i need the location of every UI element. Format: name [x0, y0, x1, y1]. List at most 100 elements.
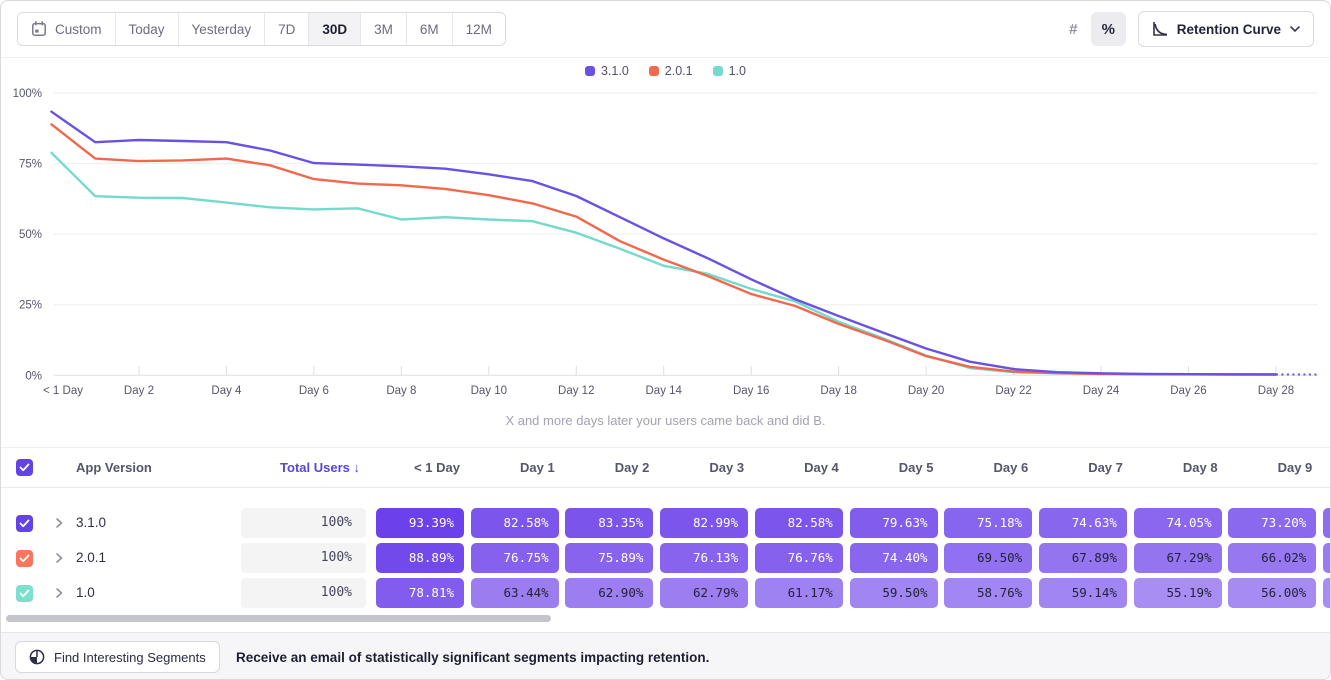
column-header-day[interactable]: Day 6 — [944, 448, 1032, 488]
chevron-right-icon — [53, 550, 65, 566]
retention-cell[interactable]: 59.50% — [850, 578, 938, 608]
check-icon — [19, 519, 30, 528]
date-range-7d[interactable]: 7D — [264, 13, 308, 45]
date-range-yesterday[interactable]: Yesterday — [178, 13, 265, 45]
calendar-icon — [31, 21, 47, 37]
row-expand-chevron[interactable] — [53, 550, 65, 571]
legend-label: 3.1.0 — [601, 64, 629, 78]
column-header-day[interactable]: Day 7 — [1039, 448, 1127, 488]
chevron-right-icon — [53, 515, 65, 531]
retention-cell[interactable]: 74.40% — [850, 543, 938, 573]
column-header-day[interactable]: < 1 Day — [376, 448, 464, 488]
legend-swatch — [713, 66, 723, 76]
date-range-label: Yesterday — [192, 22, 252, 37]
retention-cell[interactable]: 62.90% — [565, 578, 653, 608]
x-axis-label: Day 20 — [908, 385, 944, 397]
retention-cell[interactable]: 69.50% — [944, 543, 1032, 573]
x-axis-label: Day 24 — [1083, 385, 1120, 397]
row-checkbox-2.0.1[interactable] — [16, 550, 33, 567]
chart-caption: X and more days later your users came ba… — [1, 413, 1330, 428]
retention-cell[interactable]: 93.39% — [376, 508, 464, 538]
column-header-day[interactable]: Day 5 — [850, 448, 938, 488]
retention-cell[interactable]: 59.14% — [1039, 578, 1127, 608]
retention-cell[interactable]: 55.19% — [1134, 578, 1222, 608]
series-line-1.0 — [52, 153, 1276, 375]
column-header-total-users[interactable]: Total Users ↓ — [241, 448, 366, 488]
horizontal-scrollbar-thumb[interactable] — [6, 615, 551, 622]
row-expand-chevron[interactable] — [53, 515, 65, 536]
x-axis-label: Day 18 — [820, 385, 856, 397]
date-range-12m[interactable]: 12M — [452, 13, 505, 45]
legend-item-2.0.1[interactable]: 2.0.1 — [649, 64, 693, 78]
date-range-today[interactable]: Today — [115, 13, 178, 45]
check-icon — [19, 463, 30, 472]
retention-cell[interactable]: 66.02% — [1228, 543, 1316, 573]
legend-label: 1.0 — [729, 64, 746, 78]
retention-cell[interactable]: 83.35% — [565, 508, 653, 538]
column-header-day[interactable]: Day 3 — [660, 448, 748, 488]
column-header-app-version: App Version — [76, 448, 152, 488]
retention-cell[interactable]: 67.29% — [1134, 543, 1222, 573]
retention-cell[interactable]: 73.20% — [1228, 508, 1316, 538]
total-users-cell: 100% — [241, 508, 366, 538]
legend-item-3.1.0[interactable]: 3.1.0 — [585, 64, 629, 78]
row-checkbox-1.0[interactable] — [16, 585, 33, 602]
chart-type-label: Retention Curve — [1177, 22, 1281, 37]
percent-mode-button[interactable]: % — [1091, 12, 1126, 46]
x-axis-label: Day 26 — [1170, 385, 1206, 397]
retention-cell[interactable]: 82.58% — [471, 508, 559, 538]
chart-type-dropdown[interactable]: Retention Curve — [1138, 11, 1314, 47]
retention-cell[interactable]: 79.63% — [850, 508, 938, 538]
column-header-day[interactable]: Day 2 — [565, 448, 653, 488]
retention-cell[interactable]: 76.75% — [471, 543, 559, 573]
y-axis-label: 25% — [19, 300, 42, 312]
retention-cell[interactable]: 78.81% — [376, 578, 464, 608]
retention-cell-clipped[interactable] — [1323, 508, 1330, 538]
column-header-day[interactable]: Day 4 — [755, 448, 843, 488]
retention-cell[interactable]: 76.76% — [755, 543, 843, 573]
retention-cell-clipped[interactable] — [1323, 543, 1330, 573]
retention-cell[interactable]: 88.89% — [376, 543, 464, 573]
retention-cell[interactable]: 58.76% — [944, 578, 1032, 608]
retention-cell[interactable]: 75.18% — [944, 508, 1032, 538]
retention-cell[interactable]: 61.17% — [755, 578, 843, 608]
legend-swatch — [649, 66, 659, 76]
date-range-3m[interactable]: 3M — [360, 13, 406, 45]
check-icon — [19, 589, 30, 598]
select-all-checkbox[interactable] — [16, 459, 33, 476]
check-icon — [19, 554, 30, 563]
date-range-picker: Custom Today Yesterday 7D 30D3M6M12M — [17, 12, 506, 46]
column-header-day[interactable]: Day 8 — [1134, 448, 1222, 488]
date-range-label: 7D — [278, 22, 295, 37]
retention-cell[interactable]: 82.99% — [660, 508, 748, 538]
legend-label: 2.0.1 — [665, 64, 693, 78]
date-range-label: Today — [129, 22, 165, 37]
date-range-custom[interactable]: Custom — [18, 13, 115, 45]
retention-cell[interactable]: 82.58% — [755, 508, 843, 538]
date-range-6m[interactable]: 6M — [406, 13, 452, 45]
retention-cell[interactable]: 67.89% — [1039, 543, 1127, 573]
row-expand-chevron[interactable] — [53, 585, 65, 606]
retention-curve-icon — [1152, 21, 1168, 37]
x-axis-label: Day 6 — [299, 385, 329, 397]
absolute-mode-button[interactable]: # — [1056, 12, 1091, 46]
column-header-day[interactable]: Day 1 — [471, 448, 559, 488]
retention-cell[interactable]: 74.63% — [1039, 508, 1127, 538]
retention-cell-clipped[interactable] — [1323, 578, 1330, 608]
date-range-30d[interactable]: 30D — [308, 13, 360, 45]
retention-cell[interactable]: 74.05% — [1134, 508, 1222, 538]
x-axis-label: Day 22 — [995, 385, 1031, 397]
row-checkbox-3.1.0[interactable] — [16, 515, 33, 532]
retention-cell[interactable]: 76.13% — [660, 543, 748, 573]
chevron-right-icon — [53, 585, 65, 601]
retention-table: App Version Total Users ↓ < 1 DayDay 1Da… — [1, 447, 1330, 615]
retention-cell[interactable]: 56.00% — [1228, 578, 1316, 608]
find-interesting-segments-button[interactable]: Find Interesting Segments — [15, 641, 220, 673]
retention-cell[interactable]: 75.89% — [565, 543, 653, 573]
retention-cell[interactable]: 62.79% — [660, 578, 748, 608]
footer-bar: Find Interesting Segments Receive an ema… — [1, 632, 1330, 679]
retention-cell[interactable]: 63.44% — [471, 578, 559, 608]
legend-item-1.0[interactable]: 1.0 — [713, 64, 746, 78]
column-header-day[interactable]: Day 9 — [1228, 448, 1316, 488]
segments-pie-icon — [29, 649, 45, 665]
